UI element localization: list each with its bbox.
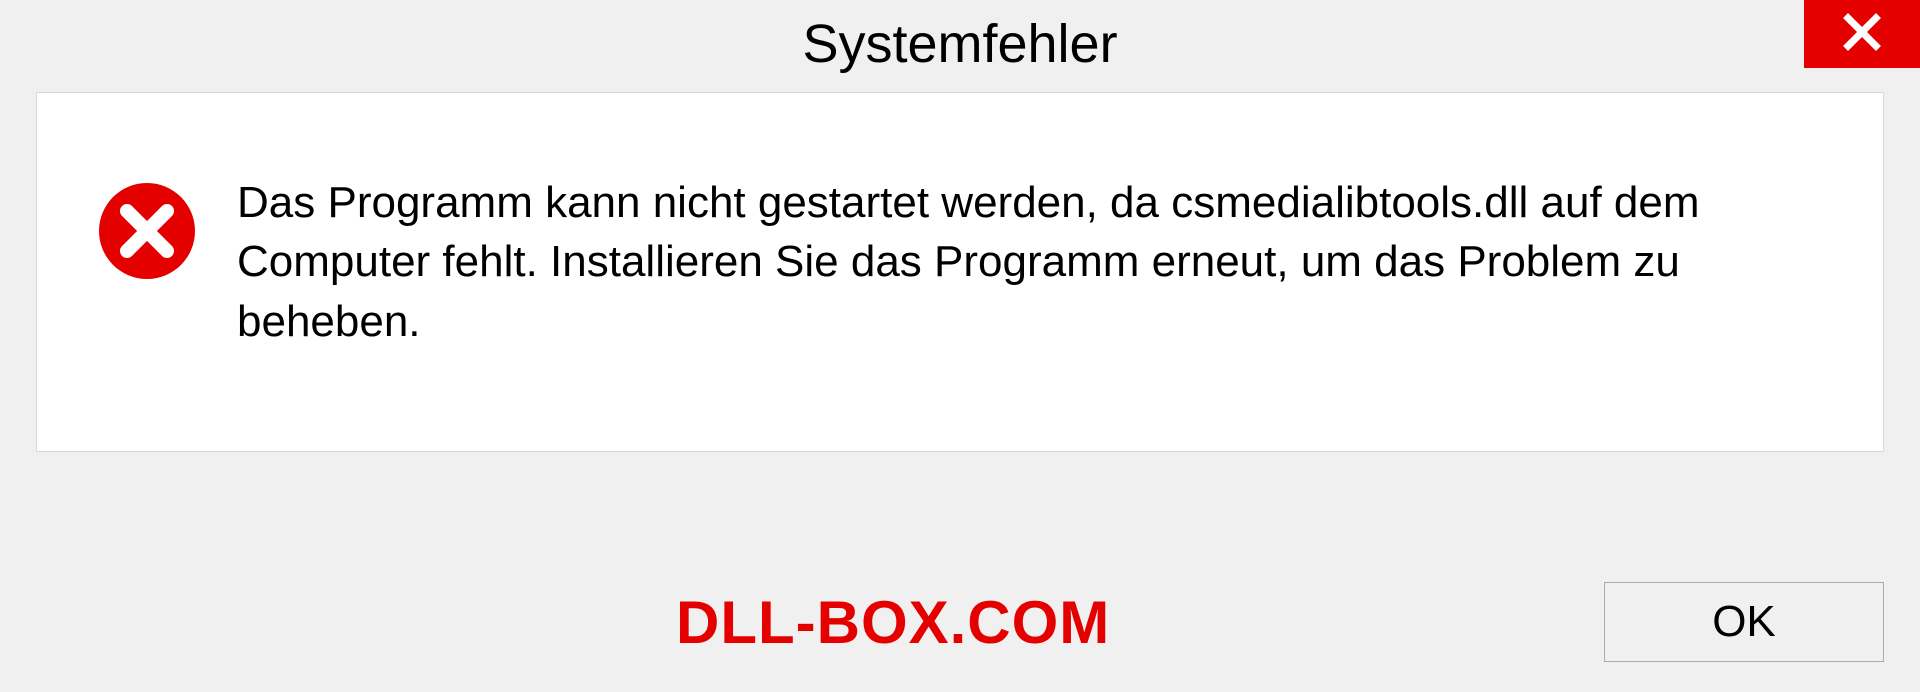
error-message: Das Programm kann nicht gestartet werden… — [237, 173, 1823, 351]
ok-button[interactable]: OK — [1604, 582, 1884, 662]
watermark-text: DLL-BOX.COM — [676, 588, 1110, 657]
titlebar: Systemfehler — [0, 0, 1920, 88]
footer: DLL-BOX.COM OK — [0, 582, 1920, 662]
close-button[interactable] — [1804, 0, 1920, 68]
error-circle-icon — [97, 181, 197, 281]
content-panel: Das Programm kann nicht gestartet werden… — [36, 92, 1884, 452]
error-dialog: Systemfehler Das Programm kann nicht ges… — [0, 0, 1920, 692]
close-icon — [1842, 12, 1882, 57]
dialog-title: Systemfehler — [802, 13, 1117, 75]
